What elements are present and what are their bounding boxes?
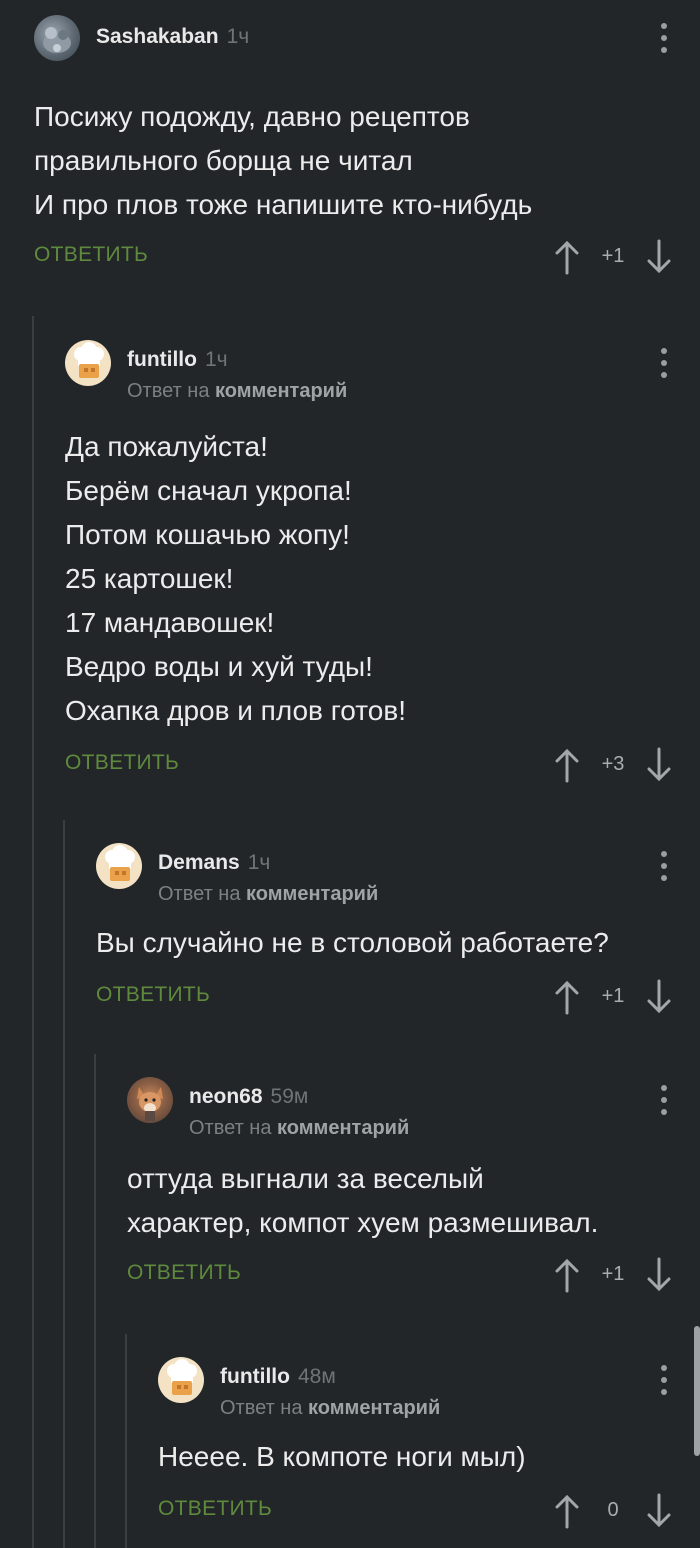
- comment-body: Посижу подожду, давно рецептов правильно…: [34, 101, 533, 220]
- arrow-up-icon[interactable]: [552, 1493, 582, 1529]
- vote-controls: +1: [552, 1255, 674, 1295]
- reply-to-link[interactable]: комментарий: [246, 883, 378, 905]
- comment-actions: ОТВЕТИТЬ 0: [158, 1491, 700, 1535]
- avatar[interactable]: [65, 340, 111, 386]
- comment-header: Sashakaban 1ч: [34, 15, 700, 63]
- comment-header: funtillo 1ч Ответ на комментарий: [65, 340, 700, 402]
- comment-actions: ОТВЕТИТЬ +1: [127, 1255, 700, 1299]
- comment-time: 48м: [297, 1365, 336, 1388]
- avatar[interactable]: [96, 843, 142, 889]
- chef-hat-avatar-icon: [167, 1359, 197, 1395]
- arrow-down-icon[interactable]: [644, 239, 674, 275]
- arrow-down-icon[interactable]: [644, 1493, 674, 1529]
- arrow-up-icon[interactable]: [552, 747, 582, 783]
- arrow-down-icon[interactable]: [644, 979, 674, 1015]
- comment: Sashakaban 1ч Посижу подожду, давно рецеп…: [34, 15, 700, 281]
- reply-button[interactable]: ОТВЕТИТЬ: [96, 983, 210, 1007]
- reply-to-prefix: Ответ на: [127, 380, 210, 402]
- username-text: funtillo: [220, 1365, 290, 1388]
- vote-score: +1: [601, 985, 625, 1007]
- username-text: Demans: [158, 851, 240, 874]
- comment: funtillo 1ч Ответ на комментарий Да пожал…: [65, 340, 700, 789]
- avatar[interactable]: [158, 1357, 204, 1403]
- comment-header: neon68 59м Ответ на комментарий: [127, 1077, 700, 1139]
- fox-photo-avatar-icon: [137, 1087, 163, 1121]
- thread-line-level-3: [94, 1054, 96, 1548]
- more-vertical-icon[interactable]: [658, 23, 670, 53]
- thread-line-level-4: [125, 1334, 127, 1548]
- thread-line-level-2: [63, 820, 65, 1548]
- username[interactable]: funtillo 48м: [220, 1365, 336, 1389]
- vote-score: +3: [601, 753, 625, 775]
- avatar[interactable]: [127, 1077, 173, 1123]
- reply-button[interactable]: ОТВЕТИТЬ: [65, 751, 179, 775]
- username[interactable]: neon68 59м: [189, 1085, 308, 1109]
- comment-time: 59м: [270, 1085, 309, 1108]
- more-vertical-icon[interactable]: [658, 348, 670, 378]
- avatar[interactable]: [34, 15, 80, 61]
- arrow-up-icon[interactable]: [552, 1257, 582, 1293]
- chef-hat-avatar-icon: [105, 845, 135, 881]
- reply-to: Ответ на комментарий: [220, 1397, 440, 1420]
- arrow-up-icon[interactable]: [552, 979, 582, 1015]
- arrow-down-icon[interactable]: [644, 1257, 674, 1293]
- scrollbar-thumb[interactable]: [694, 1326, 700, 1456]
- username[interactable]: Demans 1ч: [158, 851, 270, 875]
- comment-header: Demans 1ч Ответ на комментарий: [96, 843, 700, 905]
- more-vertical-icon[interactable]: [658, 1365, 670, 1395]
- arrow-down-icon[interactable]: [644, 747, 674, 783]
- vote-controls: +3: [552, 745, 674, 785]
- username-text: funtillo: [127, 348, 197, 371]
- vote-score: 0: [607, 1499, 619, 1521]
- comment-body: Вы случайно не в столовой работаете?: [96, 927, 609, 958]
- comment-actions: ОТВЕТИТЬ +3: [65, 745, 700, 789]
- username[interactable]: Sashakaban 1ч: [96, 25, 249, 49]
- more-vertical-icon[interactable]: [658, 851, 670, 881]
- reply-to-prefix: Ответ на: [158, 883, 241, 905]
- reply-to: Ответ на комментарий: [158, 883, 378, 906]
- comment-body: Неееe. В компоте ноги мыл): [158, 1441, 526, 1472]
- vote-score: +1: [601, 1263, 625, 1285]
- comment-time: 1ч: [247, 851, 271, 874]
- comment-time: 1ч: [204, 348, 228, 371]
- vote-controls: +1: [552, 977, 674, 1017]
- chef-hat-avatar-icon: [74, 342, 104, 378]
- vote-controls: 0: [552, 1491, 674, 1531]
- username-text: neon68: [189, 1085, 263, 1108]
- reply-to: Ответ на комментарий: [189, 1117, 409, 1140]
- comment: neon68 59м Ответ на комментарий оттуда вы…: [127, 1077, 700, 1299]
- reply-to-prefix: Ответ на: [220, 1397, 303, 1419]
- thread-line-level-1: [32, 316, 34, 1548]
- comment-body: Да пожалуйста! Берём сначал укропа! Пото…: [65, 431, 406, 726]
- comment-body: оттуда выгнали за веселый характер, комп…: [127, 1163, 599, 1238]
- comment-time: 1ч: [226, 25, 250, 48]
- username-text: Sashakaban: [96, 25, 219, 48]
- comment: Demans 1ч Ответ на комментарий Вы случайн…: [96, 843, 700, 1021]
- reply-to-link[interactable]: комментарий: [277, 1117, 409, 1139]
- reply-button[interactable]: ОТВЕТИТЬ: [158, 1497, 272, 1521]
- vote-score: +1: [601, 245, 625, 267]
- arrow-up-icon[interactable]: [552, 239, 582, 275]
- user-photo-avatar-icon: [43, 27, 71, 53]
- comment-actions: ОТВЕТИТЬ +1: [34, 237, 700, 281]
- comment-actions: ОТВЕТИТЬ +1: [96, 977, 700, 1021]
- reply-to-link[interactable]: комментарий: [215, 380, 347, 402]
- reply-button[interactable]: ОТВЕТИТЬ: [34, 243, 148, 267]
- comment: funtillo 48м Ответ на комментарий Неееe. …: [158, 1357, 700, 1535]
- reply-to-prefix: Ответ на: [189, 1117, 272, 1139]
- more-vertical-icon[interactable]: [658, 1085, 670, 1115]
- comment-header: funtillo 48м Ответ на комментарий: [158, 1357, 700, 1419]
- reply-to: Ответ на комментарий: [127, 380, 347, 403]
- reply-to-link[interactable]: комментарий: [308, 1397, 440, 1419]
- username[interactable]: funtillo 1ч: [127, 348, 228, 372]
- vote-controls: +1: [552, 237, 674, 277]
- reply-button[interactable]: ОТВЕТИТЬ: [127, 1261, 241, 1285]
